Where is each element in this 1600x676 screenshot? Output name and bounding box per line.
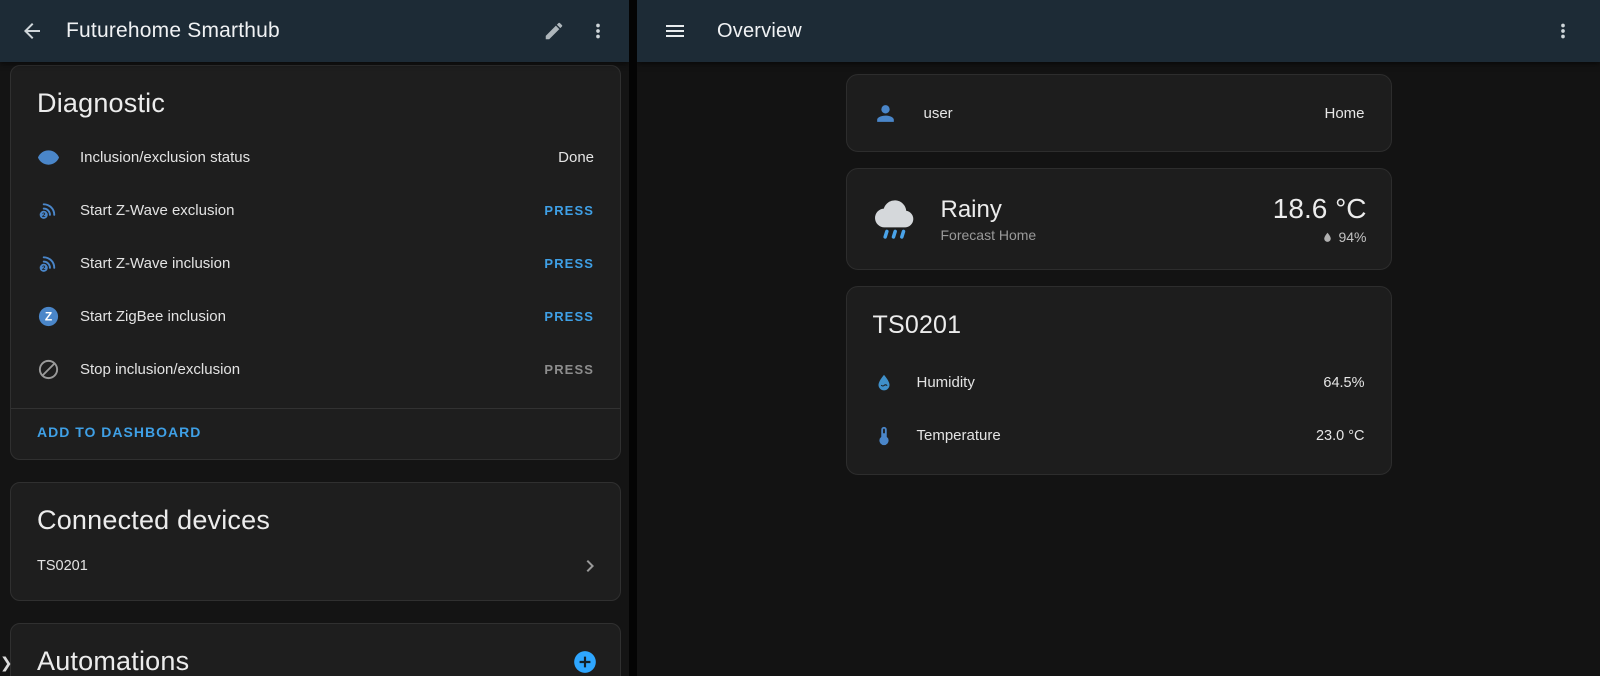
weather-pouring-icon	[871, 194, 921, 244]
right-appbar: Overview	[637, 0, 1600, 62]
diagnostic-card-footer: ADD TO DASHBOARD	[11, 409, 620, 459]
device-row-ts0201[interactable]: TS0201	[11, 542, 620, 600]
sensor-card: TS0201 Humidity 64.5% Temperature 2	[846, 286, 1392, 475]
sensor-card-title: TS0201	[847, 287, 1391, 356]
diagnostic-card-title: Diagnostic	[11, 66, 620, 131]
weather-humidity-value: 94%	[1338, 229, 1366, 245]
right-overflow-menu-icon[interactable]	[1552, 20, 1574, 42]
cancel-icon	[37, 358, 60, 381]
svg-text:2: 2	[42, 212, 46, 219]
row-label: Stop inclusion/exclusion	[80, 361, 524, 378]
chevron-right-icon	[578, 554, 602, 578]
automations-title: Automations	[37, 646, 189, 676]
back-arrow-icon[interactable]	[20, 19, 44, 43]
row-value: 64.5%	[1323, 375, 1364, 391]
automations-card: Automations	[10, 623, 621, 676]
weather-temperature: 18.6 °C	[1273, 193, 1367, 225]
overview-content: user Home	[637, 62, 1600, 475]
stop-inclusion-row: Stop inclusion/exclusion PRESS	[11, 343, 620, 396]
zwave-exclusion-row: 2 Start Z-Wave exclusion PRESS	[11, 184, 620, 237]
person-state: Home	[1324, 105, 1364, 122]
water-drop-icon	[1321, 231, 1334, 244]
corner-chevron-icon: ❯	[0, 654, 13, 672]
press-button[interactable]: PRESS	[544, 309, 594, 324]
row-label: Inclusion/exclusion status	[80, 149, 538, 166]
person-card[interactable]: user Home	[846, 74, 1392, 152]
zigbee-inclusion-row: Z Start ZigBee inclusion PRESS	[11, 290, 620, 343]
row-label: Start ZigBee inclusion	[80, 308, 524, 325]
device-name: TS0201	[37, 558, 578, 574]
edit-pencil-icon[interactable]	[543, 20, 565, 42]
hamburger-menu-icon[interactable]	[663, 19, 687, 43]
row-label: Temperature	[917, 427, 1294, 444]
row-value: Done	[558, 149, 594, 166]
connected-devices-title: Connected devices	[11, 483, 620, 542]
press-button[interactable]: PRESS	[544, 203, 594, 218]
zwave-inclusion-row: 2 Start Z-Wave inclusion PRESS	[11, 237, 620, 290]
svg-text:Z: Z	[45, 310, 52, 324]
window-gap	[629, 0, 637, 676]
left-scroll-area: Diagnostic Inclusion/exclusion status Do…	[0, 62, 629, 676]
weather-humidity: 94%	[1321, 229, 1366, 245]
screen: Futurehome Smarthub Diagnostic Inclusion…	[0, 0, 1600, 676]
diagnostic-card: Diagnostic Inclusion/exclusion status Do…	[10, 65, 621, 460]
left-overflow-menu-icon[interactable]	[587, 20, 609, 42]
weather-condition: Rainy	[941, 196, 1253, 224]
weather-subtitle: Forecast Home	[941, 227, 1253, 243]
eye-icon	[37, 146, 60, 169]
z-wave-icon: 2	[37, 252, 60, 275]
inclusion-status-row: Inclusion/exclusion status Done	[11, 131, 620, 184]
temperature-row[interactable]: Temperature 23.0 °C	[847, 409, 1391, 462]
row-label: Humidity	[917, 374, 1302, 391]
z-wave-icon: 2	[37, 199, 60, 222]
connected-devices-card: Connected devices TS0201	[10, 482, 621, 601]
svg-text:2: 2	[42, 265, 46, 272]
add-automation-icon[interactable]	[572, 649, 598, 675]
weather-right: 18.6 °C 94%	[1273, 193, 1367, 245]
automations-card-header: Automations	[11, 624, 620, 676]
press-button-disabled: PRESS	[544, 362, 594, 377]
weather-card[interactable]: Rainy Forecast Home 18.6 °C 94%	[846, 168, 1392, 270]
thermometer-icon	[873, 425, 895, 447]
person-name: user	[924, 105, 1299, 122]
left-appbar-title: Futurehome Smarthub	[66, 19, 543, 43]
row-value: 23.0 °C	[1316, 428, 1365, 444]
add-to-dashboard-button[interactable]: ADD TO DASHBOARD	[37, 424, 201, 440]
row-label: Start Z-Wave inclusion	[80, 255, 524, 272]
water-drop-icon	[873, 372, 895, 394]
right-appbar-title: Overview	[717, 20, 802, 43]
humidity-row[interactable]: Humidity 64.5%	[847, 356, 1391, 409]
futurehome-app-window: Futurehome Smarthub Diagnostic Inclusion…	[0, 0, 629, 676]
person-icon	[873, 101, 898, 126]
overview-app-window: Overview user Home	[637, 0, 1600, 676]
row-label: Start Z-Wave exclusion	[80, 202, 524, 219]
left-appbar: Futurehome Smarthub	[0, 0, 629, 62]
press-button[interactable]: PRESS	[544, 256, 594, 271]
weather-main: Rainy Forecast Home	[941, 196, 1253, 243]
zigbee-icon: Z	[37, 305, 60, 328]
